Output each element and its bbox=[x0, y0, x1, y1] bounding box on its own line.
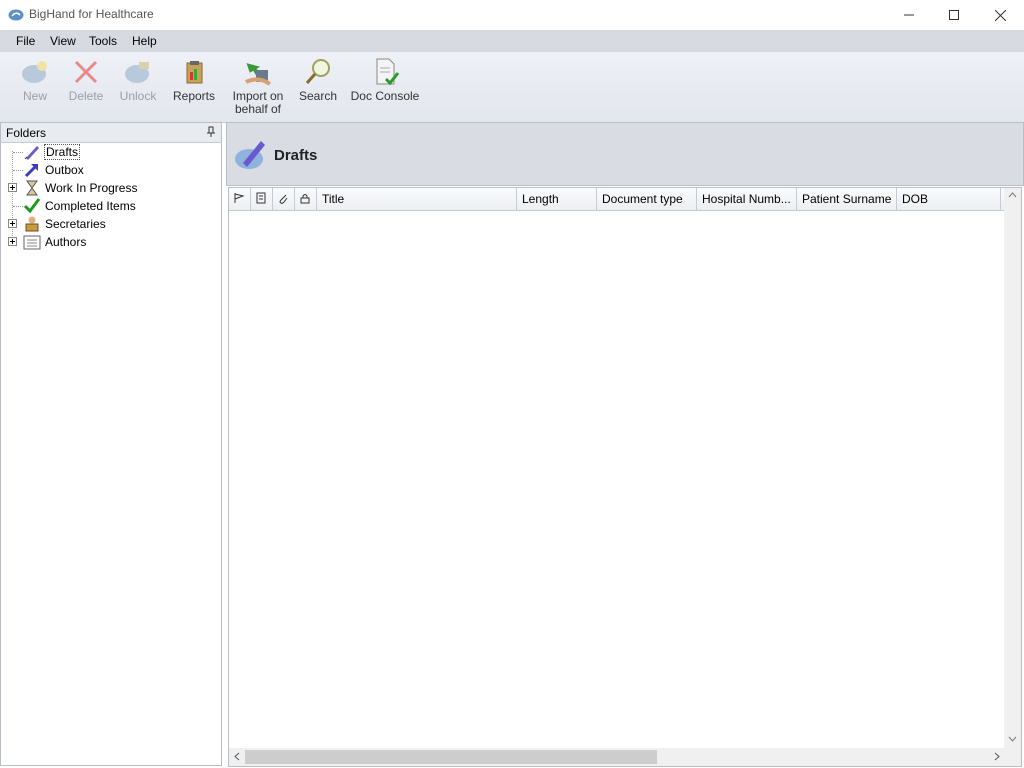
lock-icon bbox=[300, 194, 310, 204]
delete-icon bbox=[74, 60, 98, 84]
scroll-down-icon[interactable] bbox=[1008, 736, 1017, 742]
menu-help[interactable]: Help bbox=[132, 34, 157, 48]
folders-header-label: Folders bbox=[6, 126, 47, 140]
column-hospital-number[interactable]: Hospital Numb... bbox=[697, 188, 797, 210]
authors-list-icon bbox=[23, 235, 41, 250]
delete-button[interactable]: Delete bbox=[64, 56, 108, 120]
column-dob-label: DOB bbox=[902, 192, 929, 206]
tree-item-drafts[interactable]: Drafts bbox=[1, 143, 221, 161]
tree-connector bbox=[13, 206, 23, 207]
column-attachment[interactable] bbox=[273, 188, 295, 210]
column-lock[interactable] bbox=[295, 188, 317, 210]
column-document-type-label: Document type bbox=[602, 192, 683, 206]
grid-header: Title Length Document type Hospital Numb… bbox=[229, 188, 1005, 211]
new-label: New bbox=[22, 89, 47, 103]
doc-console-icon bbox=[376, 58, 400, 86]
column-hospital-number-label: Hospital Numb... bbox=[702, 192, 791, 206]
folders-panel: Folders Drafts Outbox Work In Progress C… bbox=[0, 122, 222, 766]
tree-item-secretaries[interactable]: Secretaries bbox=[1, 215, 221, 233]
menu-tools[interactable]: Tools bbox=[89, 34, 117, 48]
title-bar: BigHand for Healthcare bbox=[0, 0, 1024, 30]
tree-item-completed-items[interactable]: Completed Items bbox=[1, 197, 221, 215]
document-grid[interactable]: Title Length Document type Hospital Numb… bbox=[228, 187, 1022, 767]
maximize-button[interactable] bbox=[931, 0, 977, 30]
vertical-scrollbar[interactable] bbox=[1004, 188, 1021, 748]
tree-label-outbox: Outbox bbox=[45, 163, 84, 177]
checkmark-icon bbox=[23, 198, 41, 214]
horizontal-scrollbar[interactable] bbox=[229, 748, 1005, 766]
secretaries-icon bbox=[25, 216, 39, 232]
tree-item-work-in-progress[interactable]: Work In Progress bbox=[1, 179, 221, 197]
reports-clipboard-icon bbox=[186, 61, 203, 84]
expand-icon[interactable] bbox=[8, 183, 17, 192]
column-dob[interactable]: DOB bbox=[897, 188, 1001, 210]
doc-console-label: Doc Console bbox=[350, 89, 420, 103]
search-button[interactable]: Search bbox=[298, 56, 338, 120]
menu-bar: File View Tools Help bbox=[0, 30, 1024, 52]
tree-label-work-in-progress: Work In Progress bbox=[45, 181, 138, 195]
bighand-app-icon bbox=[8, 9, 24, 21]
column-patient-surname[interactable]: Patient Surname bbox=[797, 188, 897, 210]
menu-file[interactable]: File bbox=[16, 34, 35, 48]
main-panel: Drafts Title Length Document type Hospit… bbox=[226, 122, 1024, 768]
folder-header: Drafts bbox=[226, 122, 1024, 186]
paperclip-icon bbox=[279, 194, 288, 204]
new-icon bbox=[22, 61, 47, 83]
unlock-label: Unlock bbox=[119, 89, 157, 103]
column-flag[interactable] bbox=[229, 188, 251, 210]
column-length-label: Length bbox=[522, 192, 559, 206]
unlock-button[interactable]: Unlock bbox=[116, 56, 160, 120]
scroll-up-icon[interactable] bbox=[1008, 192, 1017, 198]
expand-icon[interactable] bbox=[8, 237, 17, 246]
toolbar: New Delete Unlock Reports Import on beha… bbox=[0, 52, 1024, 123]
horizontal-scroll-thumb[interactable] bbox=[245, 750, 657, 764]
search-label: Search bbox=[298, 89, 338, 103]
column-document-type[interactable]: Document type bbox=[597, 188, 697, 210]
column-patient-surname-label: Patient Surname bbox=[802, 192, 892, 206]
close-icon bbox=[994, 9, 1006, 21]
maximize-icon bbox=[949, 10, 959, 20]
scroll-right-icon[interactable] bbox=[994, 752, 1000, 761]
unlock-icon bbox=[125, 62, 149, 83]
minimize-icon bbox=[904, 14, 914, 16]
scroll-left-icon[interactable] bbox=[234, 752, 240, 761]
doc-console-button[interactable]: Doc Console bbox=[350, 56, 420, 120]
reports-button[interactable]: Reports bbox=[172, 56, 216, 120]
drafts-large-icon bbox=[235, 141, 265, 169]
drafts-pen-icon bbox=[24, 146, 39, 160]
column-title[interactable]: Title bbox=[317, 188, 517, 210]
pin-icon[interactable] bbox=[206, 126, 216, 138]
tree-label-completed-items: Completed Items bbox=[45, 199, 136, 213]
column-attachment-doc[interactable] bbox=[251, 188, 273, 210]
tree-label-authors: Authors bbox=[45, 235, 87, 249]
reports-label: Reports bbox=[172, 89, 216, 103]
flag-icon bbox=[234, 193, 245, 203]
outbox-arrow-icon bbox=[24, 164, 38, 178]
tree-connector bbox=[13, 170, 23, 171]
import-on-behalf-button[interactable]: Import on behalf of bbox=[228, 56, 288, 120]
new-button[interactable]: New bbox=[14, 56, 56, 120]
folder-title: Drafts bbox=[274, 147, 318, 164]
close-button[interactable] bbox=[977, 0, 1023, 30]
import-icon bbox=[245, 63, 272, 86]
folders-header: Folders bbox=[1, 123, 221, 143]
tree-item-outbox[interactable]: Outbox bbox=[1, 161, 221, 179]
tree-label-drafts: Drafts bbox=[44, 144, 81, 160]
scrollbar-corner bbox=[1004, 748, 1021, 766]
tree-label-secretaries: Secretaries bbox=[45, 217, 106, 231]
delete-label: Delete bbox=[68, 89, 104, 103]
hourglass-icon bbox=[26, 180, 38, 196]
document-icon bbox=[256, 192, 266, 204]
search-magnifier-icon bbox=[305, 59, 330, 84]
expand-icon[interactable] bbox=[8, 219, 17, 228]
minimize-button[interactable] bbox=[886, 0, 932, 30]
column-length[interactable]: Length bbox=[517, 188, 597, 210]
tree-item-authors[interactable]: Authors bbox=[1, 233, 221, 251]
menu-view[interactable]: View bbox=[50, 34, 76, 48]
column-title-label: Title bbox=[322, 192, 345, 206]
import-label-line2: behalf of bbox=[234, 102, 282, 116]
tree-connector bbox=[13, 152, 23, 153]
window-title: BigHand for Healthcare bbox=[29, 7, 154, 21]
